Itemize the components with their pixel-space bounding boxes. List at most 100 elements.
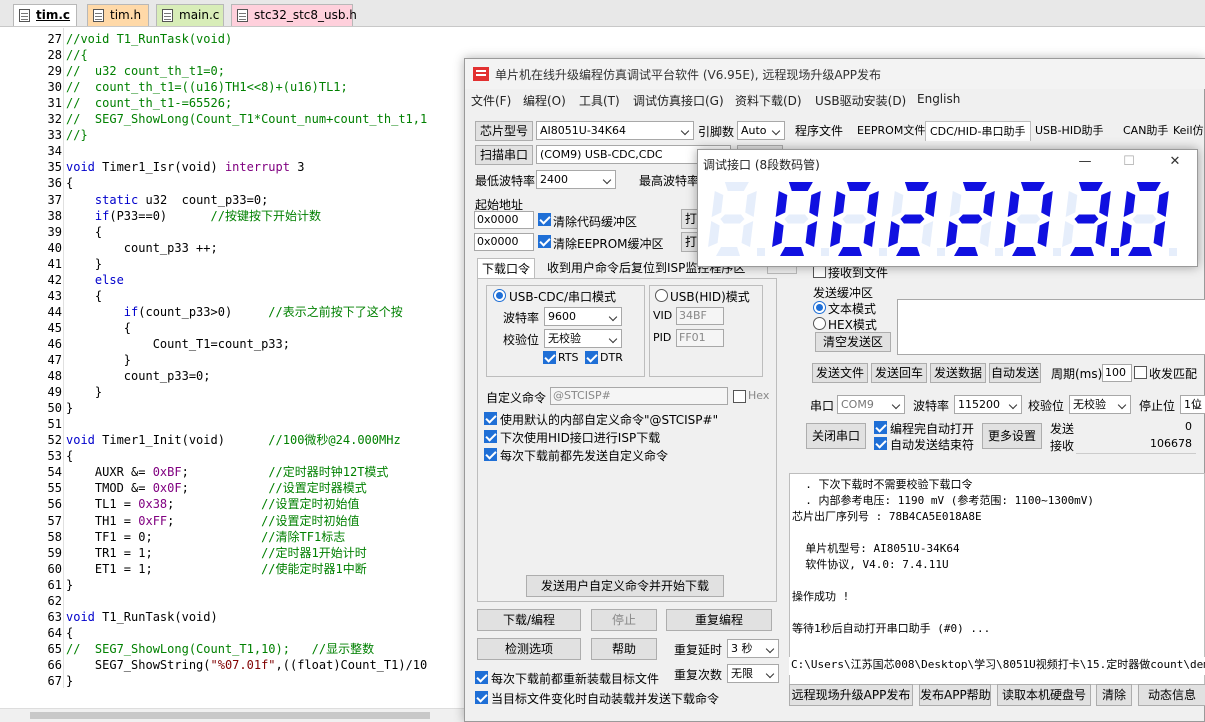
tab-eeprom-file[interactable]: EEPROM文件 bbox=[853, 121, 929, 141]
scrollbar-thumb[interactable] bbox=[30, 712, 430, 719]
code-line[interactable]: 41 } bbox=[0, 256, 470, 272]
chip-model-select[interactable]: AI8051U-34K64 bbox=[536, 121, 694, 140]
next-hid-isp-checkbox[interactable] bbox=[484, 430, 497, 443]
tab-can-helper[interactable]: CAN助手 bbox=[1119, 121, 1172, 141]
cdc-mode-radio[interactable] bbox=[493, 289, 506, 302]
code-line[interactable]: 53 { bbox=[0, 448, 470, 464]
editor-tab-0[interactable]: tim.c bbox=[13, 4, 77, 26]
close-port-button[interactable]: 关闭串口 bbox=[806, 423, 866, 449]
clear-code-buffer-checkbox[interactable] bbox=[538, 213, 551, 226]
period-input[interactable]: 100 bbox=[1102, 364, 1132, 382]
code-line[interactable]: 45 { bbox=[0, 320, 470, 336]
auto-send-end-checkbox[interactable] bbox=[874, 437, 887, 450]
auto-send-button[interactable]: 自动发送 bbox=[989, 363, 1041, 383]
send-cr-button[interactable]: 发送回车 bbox=[871, 363, 927, 383]
scan-port-button[interactable]: 扫描串口 bbox=[475, 145, 533, 165]
code-line[interactable]: 49 } bbox=[0, 384, 470, 400]
code-line[interactable]: 28 //{ bbox=[0, 47, 470, 63]
code-line[interactable]: 64 { bbox=[0, 625, 470, 641]
code-line[interactable]: 60 ET1 = 1; //使能定时器1中断 bbox=[0, 561, 470, 577]
remote-app-publish-button[interactable]: 远程现场升级APP发布 bbox=[789, 684, 913, 706]
more-settings-button[interactable]: 更多设置 bbox=[982, 423, 1042, 449]
menu-file[interactable]: 文件(F) bbox=[471, 92, 511, 109]
close-icon[interactable]: ✕ bbox=[1165, 153, 1185, 171]
code-line[interactable]: 43 { bbox=[0, 288, 470, 304]
text-mode-radio[interactable] bbox=[813, 301, 826, 314]
rts-checkbox[interactable] bbox=[543, 351, 556, 364]
send-cmd-before-dl-checkbox[interactable] bbox=[484, 448, 497, 461]
editor-tab-2[interactable]: main.c bbox=[156, 4, 224, 26]
min-baud-select[interactable]: 2400 bbox=[536, 170, 616, 189]
send-data-button[interactable]: 发送数据 bbox=[930, 363, 986, 383]
chip-model-button[interactable]: 芯片型号 bbox=[475, 121, 533, 141]
code-line[interactable]: 27 //void T1_RunTask(void) bbox=[0, 31, 470, 47]
maximize-icon[interactable]: ☐ bbox=[1119, 153, 1139, 171]
code-line[interactable]: 57 TH1 = 0xFF; //设置定时初始值 bbox=[0, 513, 470, 529]
send-buffer-textarea[interactable] bbox=[897, 299, 1205, 355]
code-line[interactable]: 38 if(P33==0) //按键按下开始计数 bbox=[0, 208, 470, 224]
baud-select[interactable]: 9600 bbox=[544, 307, 622, 326]
clear-log-button[interactable]: 清除 bbox=[1096, 684, 1132, 706]
start-address-input-1[interactable]: 0x0000 bbox=[474, 211, 534, 229]
code-line[interactable]: 39 { bbox=[0, 224, 470, 240]
download-program-button[interactable]: 下载/编程 bbox=[477, 609, 581, 631]
menu-debug[interactable]: 调试仿真接口(G) bbox=[633, 92, 724, 109]
code-line[interactable]: 54 AUXR &= 0xBF; //定时器时钟12T模式 bbox=[0, 464, 470, 480]
code-line[interactable]: 42 else bbox=[0, 272, 470, 288]
editor-tab-3[interactable]: stc32_stc8_usb.h bbox=[231, 4, 357, 26]
code-line[interactable]: 44 if(count_p33>0) //表示之前按下了这个按 bbox=[0, 304, 470, 320]
tab-cdc-serial-helper[interactable]: CDC/HID-串口助手 bbox=[925, 121, 1031, 141]
auto-reload-checkbox[interactable] bbox=[475, 691, 488, 704]
code-line[interactable]: 48 count_p33=0; bbox=[0, 368, 470, 384]
code-line[interactable]: 65 // SEG7_ShowLong(Count_T1,10); //显示整数 bbox=[0, 641, 470, 657]
code-line[interactable]: 59 TR1 = 1; //定时器1开始计时 bbox=[0, 545, 470, 561]
tab-usb-hid-helper[interactable]: USB-HID助手 bbox=[1031, 121, 1108, 141]
code-line[interactable]: 56 TL1 = 0x38; //设置定时初始值 bbox=[0, 496, 470, 512]
code-line[interactable]: 66 SEG7_ShowString("%07.01f",((float)Cou… bbox=[0, 657, 470, 673]
repeat-program-button[interactable]: 重复编程 bbox=[666, 609, 772, 631]
check-options-button[interactable]: 检测选项 bbox=[477, 638, 581, 660]
baud2-select[interactable]: 115200 bbox=[954, 395, 1022, 414]
code-line[interactable]: 62 bbox=[0, 593, 470, 609]
code-line[interactable]: 34 bbox=[0, 143, 470, 159]
code-line[interactable]: 46 Count_T1=count_p33; bbox=[0, 336, 470, 352]
editor-tab-1[interactable]: tim.h bbox=[87, 4, 149, 26]
dynamic-info-button[interactable]: 动态信息 bbox=[1138, 684, 1205, 706]
custom-command-input[interactable]: @STCISP# bbox=[550, 387, 728, 405]
hex-checkbox[interactable] bbox=[733, 390, 746, 403]
code-line[interactable]: 40 count_p33 ++; bbox=[0, 240, 470, 256]
read-disk-id-button[interactable]: 读取本机硬盘号 bbox=[997, 684, 1091, 706]
hid-mode-radio[interactable] bbox=[655, 289, 668, 302]
code-line[interactable]: 35 void Timer1_Isr(void) interrupt 3 bbox=[0, 159, 470, 175]
code-line[interactable]: 58 TF1 = 0; //清除TF1标志 bbox=[0, 529, 470, 545]
menu-tools[interactable]: 工具(T) bbox=[579, 92, 620, 109]
code-line[interactable]: 55 TMOD &= 0x0F; //设置定时器模式 bbox=[0, 480, 470, 496]
menu-download[interactable]: 资料下载(D) bbox=[735, 92, 802, 109]
code-line[interactable]: 30 // count_th_t1=((u16)TH1<<8)+(u16)TL1; bbox=[0, 79, 470, 95]
code-line[interactable]: 52 void Timer1_Init(void) //100微秒@24.000M… bbox=[0, 432, 470, 448]
menu-usb-driver[interactable]: USB驱动安装(D) bbox=[815, 92, 906, 109]
code-line[interactable]: 32 // SEG7_ShowLong(Count_T1*Count_num+co… bbox=[0, 111, 470, 127]
pid-input[interactable]: FF01 bbox=[676, 329, 724, 347]
tab-download-password[interactable]: 下载口令 bbox=[477, 258, 536, 278]
tab-program-file[interactable]: 程序文件 bbox=[791, 121, 847, 141]
menu-english[interactable]: English bbox=[917, 92, 960, 106]
menu-program[interactable]: 编程(O) bbox=[523, 92, 566, 109]
horizontal-scrollbar[interactable] bbox=[0, 708, 470, 722]
tab-keil-sim[interactable]: Keil仿 bbox=[1169, 121, 1205, 141]
send-custom-cmd-start-dl-button[interactable]: 发送用户自定义命令并开始下载 bbox=[526, 575, 724, 597]
repeat-count-select[interactable]: 无限 bbox=[727, 664, 779, 683]
dtr-checkbox[interactable] bbox=[585, 351, 598, 364]
code-line[interactable]: 61} bbox=[0, 577, 470, 593]
vid-input[interactable]: 34BF bbox=[676, 307, 724, 325]
code-line[interactable]: 47 } bbox=[0, 352, 470, 368]
code-editor[interactable]: 27 //void T1_RunTask(void) 28 //{29 // u32 c… bbox=[0, 28, 470, 722]
serial-port-select[interactable]: COM9 bbox=[837, 395, 905, 414]
auto-open-after-prog-checkbox[interactable] bbox=[874, 421, 887, 434]
start-address-input-2[interactable]: 0x0000 bbox=[474, 233, 534, 251]
code-line[interactable]: 51 bbox=[0, 416, 470, 432]
clear-eeprom-buffer-checkbox[interactable] bbox=[538, 235, 551, 248]
stop-button[interactable]: 停止 bbox=[591, 609, 657, 631]
code-line[interactable]: 67} bbox=[0, 673, 470, 689]
hex-mode-radio[interactable] bbox=[813, 317, 826, 330]
